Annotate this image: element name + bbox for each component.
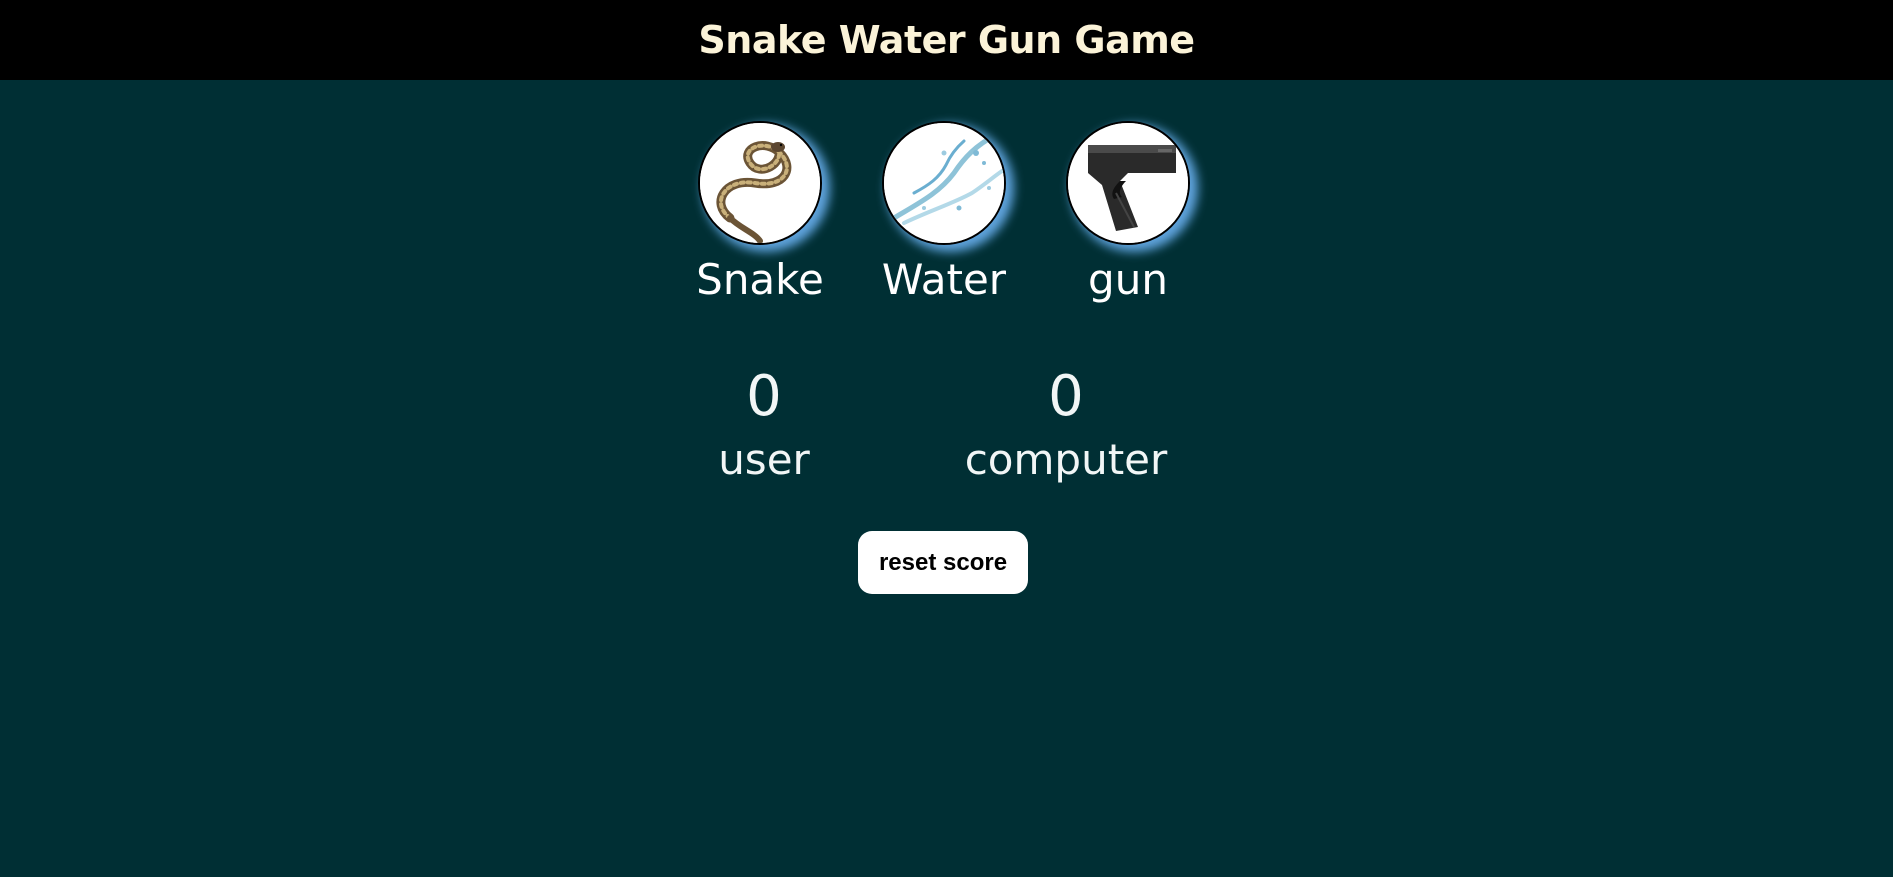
choice-label-water: Water: [881, 255, 1007, 304]
water-splash-image[interactable]: [882, 121, 1006, 245]
choice-label-gun: gun: [1088, 255, 1168, 304]
water-icon: [884, 123, 1004, 243]
snake-icon: [700, 123, 820, 243]
header-bar: Snake Water Gun Game: [0, 0, 1893, 80]
computer-score-value: 0: [1048, 364, 1084, 429]
reset-score-button[interactable]: reset score: [858, 531, 1028, 594]
snake-image[interactable]: [698, 121, 822, 245]
computer-score: 0 computer: [936, 362, 1196, 486]
computer-score-label: computer: [964, 435, 1168, 484]
page-title: Snake Water Gun Game: [698, 18, 1195, 62]
choices-row: Snake Water gun: [696, 121, 1190, 311]
user-score-value: 0: [746, 364, 782, 429]
user-score-label: user: [718, 435, 810, 484]
user-score: 0 user: [634, 362, 894, 486]
choice-label-snake: Snake: [696, 255, 824, 304]
pistol-image[interactable]: [1066, 121, 1190, 245]
gun-icon: [1068, 123, 1188, 243]
